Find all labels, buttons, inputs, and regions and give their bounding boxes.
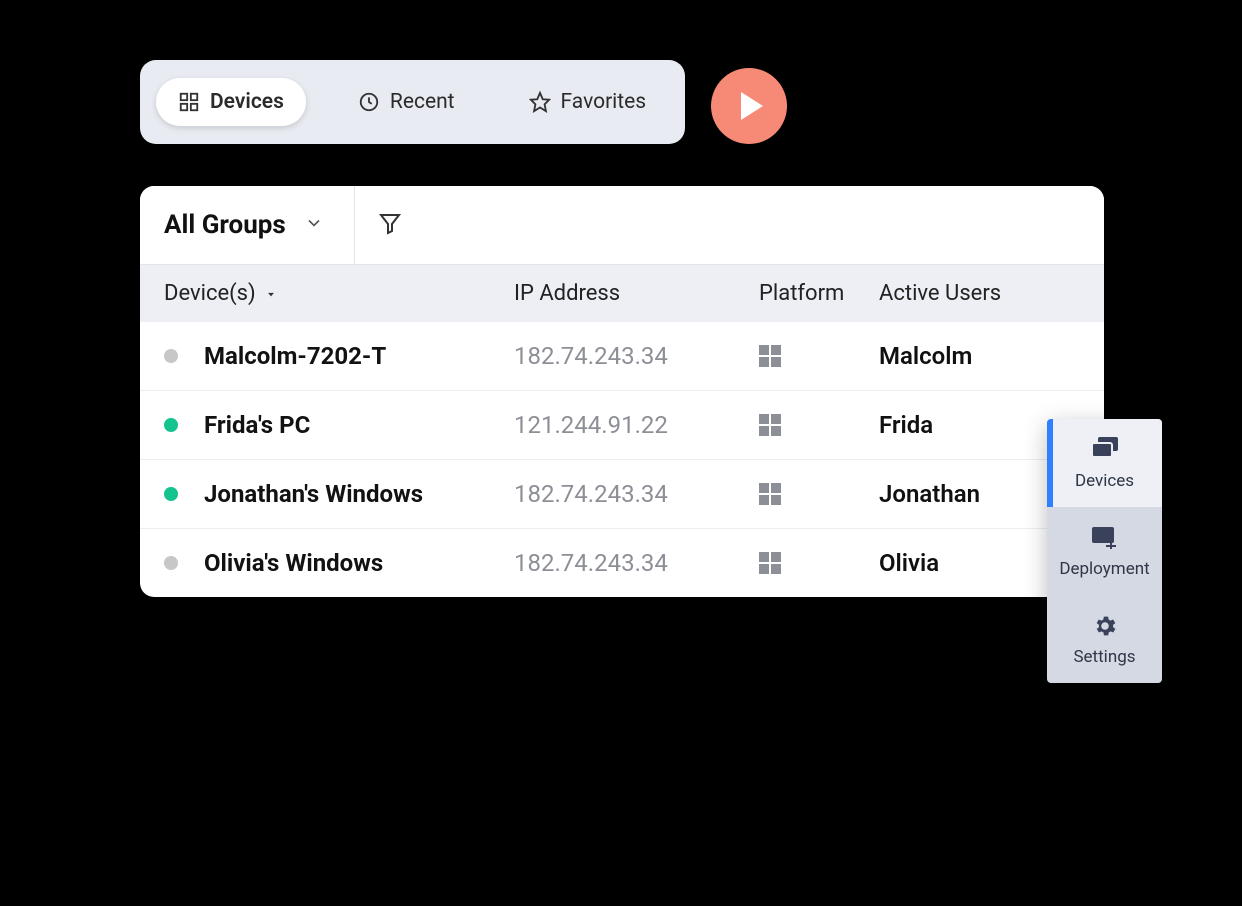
monitors-icon [1090,437,1120,463]
tab-label: Favorites [561,90,647,114]
windows-icon [759,414,879,436]
table-row[interactable]: Olivia's Windows 182.74.243.34 Olivia [140,529,1104,597]
status-dot-online-icon [164,418,178,432]
funnel-icon [378,211,402,239]
table-row[interactable]: Malcolm-7202-T 182.74.243.34 Malcolm [140,322,1104,391]
rail-label: Settings [1073,647,1135,667]
device-name: Jonathan's Windows [204,480,423,508]
rail-item-settings[interactable]: Settings [1047,595,1162,683]
ip-address: 182.74.243.34 [514,549,668,577]
ip-address: 182.74.243.34 [514,480,668,508]
status-dot-online-icon [164,487,178,501]
grid-icon [178,91,200,113]
top-tab-bar: Devices Recent Favorites [140,60,685,144]
tab-recent[interactable]: Recent [336,78,477,126]
active-user: Jonathan [879,480,980,508]
header-device[interactable]: Device(s) [164,281,514,306]
device-name: Frida's PC [204,411,310,439]
group-selector-label: All Groups [164,210,286,240]
windows-icon [759,552,879,574]
ip-address: 121.244.91.22 [514,411,668,439]
table-header: Device(s) IP Address Platform Active Use… [140,265,1104,322]
header-ip-label: IP Address [514,281,620,306]
active-user: Olivia [879,549,939,577]
device-name: Malcolm-7202-T [204,342,386,370]
deployment-icon [1090,525,1120,551]
ip-address: 182.74.243.34 [514,342,668,370]
clock-icon [358,91,380,113]
header-platform[interactable]: Platform [759,281,879,306]
status-dot-offline-icon [164,349,178,363]
filter-button[interactable] [355,186,425,264]
tab-favorites[interactable]: Favorites [507,78,669,126]
rail-item-deployment[interactable]: Deployment [1047,507,1162,595]
active-user: Frida [879,411,933,439]
devices-card: All Groups Device(s) IP Address Platform… [140,186,1104,597]
tab-label: Recent [390,90,455,114]
device-name: Olivia's Windows [204,549,383,577]
side-rail: Devices Deployment Settings [1047,419,1162,683]
table-row[interactable]: Frida's PC 121.244.91.22 Frida [140,391,1104,460]
header-platform-label: Platform [759,281,844,306]
play-button[interactable] [711,68,787,144]
rail-item-devices[interactable]: Devices [1047,419,1162,507]
rail-label: Devices [1075,471,1134,491]
table-row[interactable]: Jonathan's Windows 182.74.243.34 Jonatha… [140,460,1104,529]
windows-icon [759,345,879,367]
header-user[interactable]: Active Users [879,281,1080,306]
card-toolbar: All Groups [140,186,1104,265]
status-dot-offline-icon [164,556,178,570]
rail-label: Deployment [1059,559,1149,579]
sort-desc-icon [264,287,278,301]
gear-icon [1092,613,1118,639]
windows-icon [759,483,879,505]
group-selector[interactable]: All Groups [140,186,355,264]
tab-devices[interactable]: Devices [156,78,306,126]
star-icon [529,91,551,113]
chevron-down-icon [304,210,324,240]
tab-label: Devices [210,90,284,114]
header-ip[interactable]: IP Address [514,281,759,306]
header-device-label: Device(s) [164,281,256,306]
header-user-label: Active Users [879,281,1001,306]
active-user: Malcolm [879,342,972,370]
